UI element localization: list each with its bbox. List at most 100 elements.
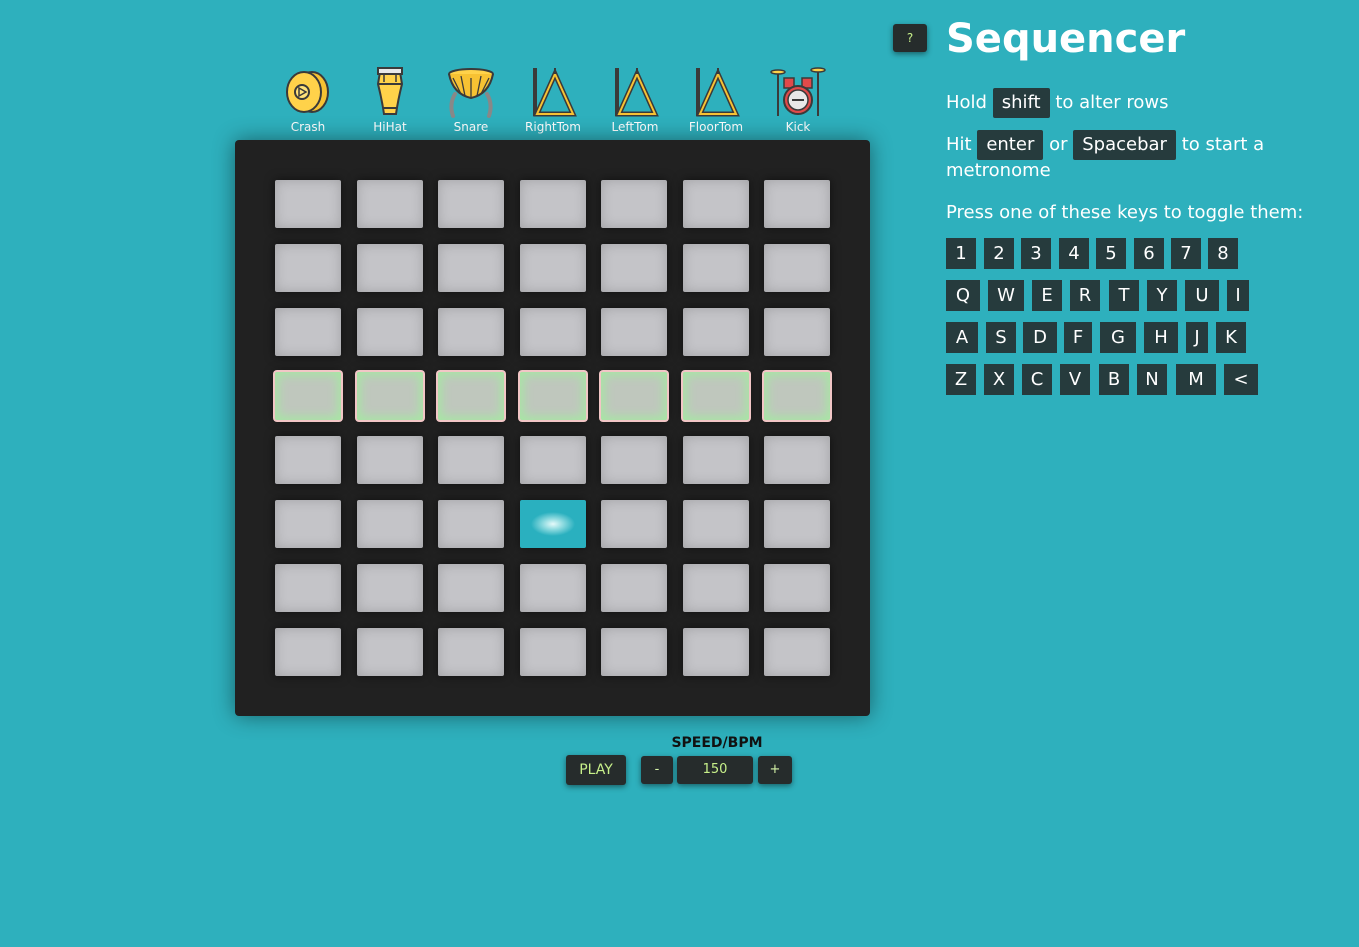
key-badge[interactable]: Z: [946, 364, 976, 395]
grid-pad[interactable]: [438, 180, 504, 228]
grid-pad[interactable]: [520, 372, 586, 420]
key-badge[interactable]: Q: [946, 280, 980, 311]
key-badge[interactable]: H: [1144, 322, 1178, 353]
instrument-label: RightTom: [525, 120, 581, 134]
play-button[interactable]: PLAY: [566, 755, 626, 785]
grid-pad[interactable]: [357, 436, 423, 484]
key-badge[interactable]: C: [1022, 364, 1052, 395]
grid-pad[interactable]: [520, 244, 586, 292]
grid-pad[interactable]: [357, 500, 423, 548]
grid-pad[interactable]: [764, 180, 830, 228]
grid-pad[interactable]: [438, 436, 504, 484]
key-badge[interactable]: 5: [1096, 238, 1126, 269]
key-badge[interactable]: Y: [1147, 280, 1177, 311]
conga-drum-icon: [376, 67, 404, 115]
grid-pad[interactable]: [764, 564, 830, 612]
grid-pad[interactable]: [601, 564, 667, 612]
key-badge[interactable]: A: [946, 322, 978, 353]
grid-pad[interactable]: [764, 308, 830, 356]
grid-pad[interactable]: [764, 436, 830, 484]
key-badge[interactable]: G: [1100, 322, 1136, 353]
grid-pad[interactable]: [683, 564, 749, 612]
grid-pad[interactable]: [601, 180, 667, 228]
key-badge[interactable]: 8: [1208, 238, 1238, 269]
grid-pad[interactable]: [683, 244, 749, 292]
key-badge[interactable]: S: [986, 322, 1016, 353]
grid-pad[interactable]: [764, 372, 830, 420]
help-button[interactable]: ?: [893, 24, 927, 52]
key-badge[interactable]: R: [1070, 280, 1100, 311]
key-badge[interactable]: 4: [1059, 238, 1089, 269]
key-badge[interactable]: X: [984, 364, 1014, 395]
grid-pad[interactable]: [438, 564, 504, 612]
grid-pad[interactable]: [683, 628, 749, 676]
grid-pad[interactable]: [275, 500, 341, 548]
grid-pad[interactable]: [438, 628, 504, 676]
decrease-bpm-button[interactable]: -: [641, 756, 673, 784]
key-badge[interactable]: 7: [1171, 238, 1201, 269]
grid-pad[interactable]: [520, 564, 586, 612]
key-badge[interactable]: K: [1216, 322, 1246, 353]
hit-instruction-cont: metronome: [946, 160, 1051, 181]
grid-pad[interactable]: [683, 180, 749, 228]
grid-pad[interactable]: [275, 372, 341, 420]
grid-pad[interactable]: [275, 564, 341, 612]
grid-pad[interactable]: [764, 500, 830, 548]
key-badge[interactable]: D: [1023, 322, 1057, 353]
key-badge[interactable]: J: [1186, 322, 1208, 353]
grid-pad[interactable]: [520, 180, 586, 228]
grid-pad[interactable]: [357, 180, 423, 228]
grid-pad[interactable]: [683, 500, 749, 548]
grid-pad[interactable]: [357, 308, 423, 356]
grid-pad[interactable]: [683, 308, 749, 356]
grid-pad[interactable]: [275, 180, 341, 228]
grid-pad[interactable]: [357, 564, 423, 612]
grid-pad[interactable]: [357, 628, 423, 676]
instrument-kick: Kick: [757, 64, 839, 134]
increase-bpm-button[interactable]: +: [758, 756, 792, 784]
grid-pad[interactable]: [601, 244, 667, 292]
instrument-label: Kick: [785, 120, 811, 134]
key-badge[interactable]: V: [1060, 364, 1090, 395]
grid-pad[interactable]: [601, 628, 667, 676]
key-badge[interactable]: E: [1032, 280, 1062, 311]
grid-pad[interactable]: [520, 308, 586, 356]
key-badge[interactable]: 3: [1021, 238, 1051, 269]
key-badge[interactable]: B: [1099, 364, 1129, 395]
grid-pad[interactable]: [601, 436, 667, 484]
grid-pad[interactable]: [438, 244, 504, 292]
grid-pad[interactable]: [438, 372, 504, 420]
grid-pad[interactable]: [520, 628, 586, 676]
key-badge[interactable]: M: [1176, 364, 1216, 395]
grid-pad[interactable]: [601, 308, 667, 356]
key-badge[interactable]: 2: [984, 238, 1014, 269]
grid-pad[interactable]: [275, 628, 341, 676]
grid-pad[interactable]: [764, 244, 830, 292]
grid-pad[interactable]: [764, 628, 830, 676]
key-badge[interactable]: I: [1227, 280, 1249, 311]
spacebar-key-badge: Spacebar: [1073, 130, 1176, 160]
grid-pad[interactable]: [275, 436, 341, 484]
grid-pad[interactable]: [683, 436, 749, 484]
grid-pad[interactable]: [275, 308, 341, 356]
key-badge[interactable]: F: [1064, 322, 1092, 353]
grid-pad[interactable]: [357, 372, 423, 420]
grid-pad-active[interactable]: [520, 500, 586, 548]
key-badge[interactable]: N: [1137, 364, 1167, 395]
grid-pad[interactable]: [275, 244, 341, 292]
grid-pad[interactable]: [438, 500, 504, 548]
hold-suffix: to alter rows: [1055, 92, 1169, 113]
snare-drum-icon: [448, 68, 494, 118]
key-badge[interactable]: 6: [1134, 238, 1164, 269]
grid-pad[interactable]: [438, 308, 504, 356]
grid-pad[interactable]: [357, 244, 423, 292]
key-badge[interactable]: T: [1109, 280, 1139, 311]
grid-pad[interactable]: [601, 372, 667, 420]
key-badge[interactable]: 1: [946, 238, 976, 269]
grid-pad[interactable]: [683, 372, 749, 420]
key-badge[interactable]: U: [1185, 280, 1219, 311]
grid-pad[interactable]: [601, 500, 667, 548]
key-badge[interactable]: <: [1224, 364, 1258, 395]
grid-pad[interactable]: [520, 436, 586, 484]
key-badge[interactable]: W: [988, 280, 1024, 311]
